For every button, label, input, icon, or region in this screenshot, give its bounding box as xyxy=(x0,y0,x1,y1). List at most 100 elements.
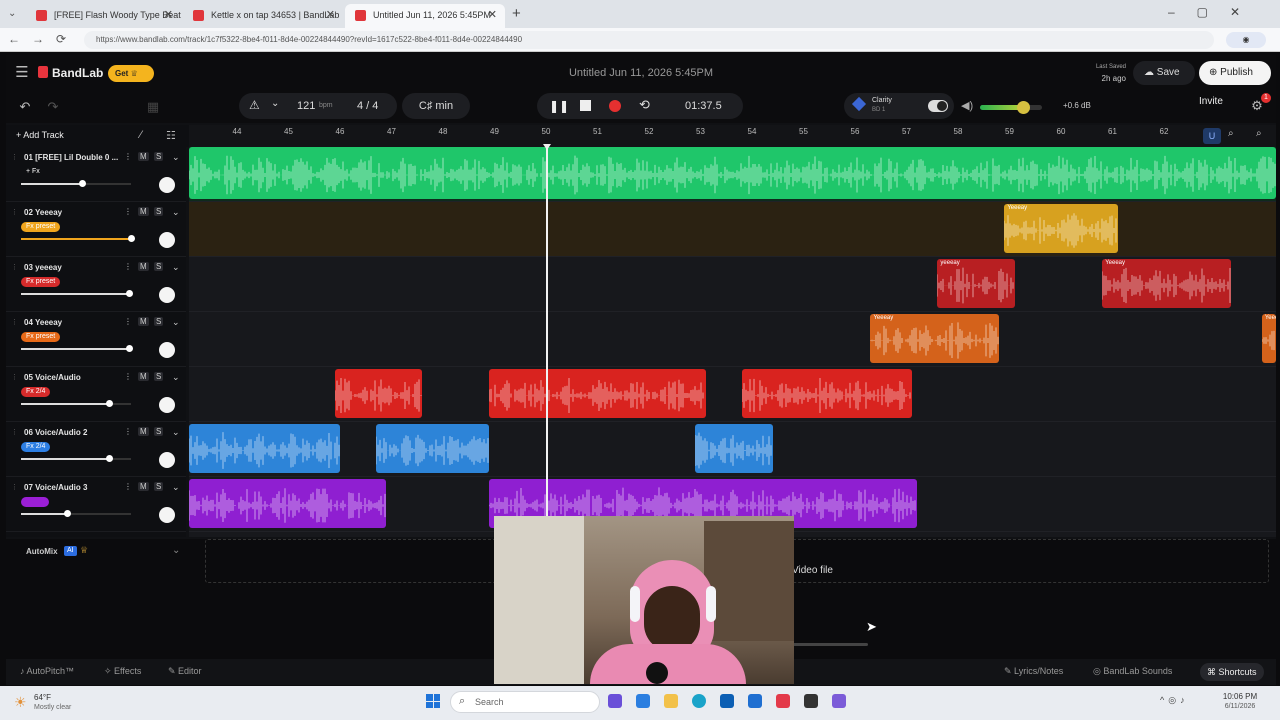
horizontal-scrollbar[interactable] xyxy=(792,643,868,646)
track-lane[interactable] xyxy=(189,147,1276,202)
track-volume-slider[interactable] xyxy=(21,400,131,407)
track-lane[interactable]: yeeeay Yeeeay xyxy=(189,257,1276,312)
close-tab-icon[interactable]: ✕ xyxy=(164,4,173,26)
chevron-down-icon[interactable]: ⌄ xyxy=(172,427,180,438)
mute-button[interactable]: M xyxy=(138,152,149,161)
weather-icon[interactable]: ☀ xyxy=(14,694,27,711)
pan-knob[interactable] xyxy=(159,342,175,358)
pan-knob[interactable] xyxy=(159,232,175,248)
media-player-icon[interactable] xyxy=(776,694,790,708)
track-volume-slider[interactable] xyxy=(21,235,135,242)
save-button[interactable]: ☁ Save xyxy=(1133,61,1195,85)
track-name[interactable]: 02 Yeeeay xyxy=(24,208,62,217)
shortcuts-button[interactable]: ⌘ Shortcuts xyxy=(1200,663,1264,681)
discord-icon[interactable] xyxy=(832,694,846,708)
pan-knob[interactable] xyxy=(159,287,175,303)
url-input[interactable]: https://www.bandlab.com/track/1c7f5322-8… xyxy=(84,31,1214,49)
track-fx-tag[interactable]: Fx preset xyxy=(21,332,61,342)
track-header[interactable]: ⋮ 03 yeeeay ⋮ M S ⌄ Fx preset xyxy=(6,257,186,312)
capcut-icon[interactable] xyxy=(804,694,818,708)
track-header[interactable]: ⋮ 06 Voice/Audio 2 ⋮ M S ⌄ Fx 2/4 xyxy=(6,422,186,477)
browser-tab[interactable]: [FREE] Flash Woody Type Beat - " ✕ xyxy=(26,4,181,28)
solo-button[interactable]: S xyxy=(154,262,164,271)
track-header[interactable]: ⋮ 02 Yeeeay ⋮ M S ⌄ Fx preset xyxy=(6,202,186,257)
pan-knob[interactable] xyxy=(159,397,175,413)
drag-handle-icon[interactable]: ⋮ xyxy=(11,483,18,491)
chevron-down-icon[interactable]: ⌄ xyxy=(172,152,180,163)
tab-list-icon[interactable]: ⌄ xyxy=(8,8,20,20)
track-fx-tag[interactable]: Fx 2/4 xyxy=(21,442,51,452)
audio-clip[interactable] xyxy=(741,369,912,418)
drag-handle-icon[interactable]: ⋮ xyxy=(11,428,18,436)
chevron-down-icon[interactable]: ⌄ xyxy=(172,317,180,328)
solo-button[interactable]: S xyxy=(154,372,164,381)
track-name[interactable]: 05 Voice/Audio xyxy=(24,373,81,382)
track-options-icon[interactable]: ⋮ xyxy=(124,427,132,436)
effects-button[interactable]: ✧ Effects xyxy=(104,666,141,677)
drag-handle-icon[interactable]: ⋮ xyxy=(11,153,18,161)
arrangement-lanes[interactable]: Yeeeay yeeeay Yeeeay Yeeeay Yeeeay xyxy=(189,147,1276,537)
outlook-icon[interactable] xyxy=(720,694,734,708)
playhead[interactable] xyxy=(546,147,548,577)
mute-button[interactable]: M xyxy=(138,427,149,436)
speaker-icon[interactable]: ◀) xyxy=(961,99,973,112)
new-tab-icon[interactable]: + xyxy=(512,5,521,22)
track-color-tag[interactable] xyxy=(21,497,49,507)
track-volume-slider[interactable] xyxy=(21,180,131,187)
add-track-button[interactable]: + Add Track xyxy=(16,130,64,140)
track-volume-slider[interactable] xyxy=(21,455,131,462)
clarity-toggle[interactable] xyxy=(928,100,948,112)
snap-icon[interactable]: U xyxy=(1203,128,1221,144)
store-app-icon[interactable] xyxy=(636,694,650,708)
track-options-icon[interactable]: ⋮ xyxy=(124,317,132,326)
track-options-icon[interactable]: ⋮ xyxy=(124,262,132,271)
audio-clip[interactable]: Yeeeay xyxy=(1261,314,1276,363)
zoom-out-icon[interactable]: ⌕ xyxy=(1228,128,1234,139)
chevron-down-icon[interactable]: ⌄ xyxy=(172,372,180,383)
audio-clip[interactable] xyxy=(334,369,423,418)
chevron-down-icon[interactable]: ⌄ xyxy=(172,545,180,556)
track-options-icon[interactable]: ⋮ xyxy=(124,482,132,491)
nav-buttons[interactable]: ←→⟳ xyxy=(8,32,78,46)
pause-icon[interactable]: ❚❚ xyxy=(549,99,569,113)
invite-button[interactable]: Invite xyxy=(1199,96,1223,107)
tempo-value[interactable]: 121 xyxy=(297,100,315,112)
mute-button[interactable]: M xyxy=(138,262,149,271)
autopitch-button[interactable]: ♪ AutoPitch™ xyxy=(20,666,74,676)
drag-handle-icon[interactable]: ⋮ xyxy=(11,373,18,381)
mixer-icon[interactable]: ▦ xyxy=(144,98,162,116)
mute-button[interactable]: M xyxy=(138,317,149,326)
taskbar-search[interactable]: ⌕ Search xyxy=(450,691,600,713)
track-fx-tag[interactable]: Fx preset xyxy=(21,222,61,232)
mute-button[interactable]: M xyxy=(138,482,149,491)
chevron-down-icon[interactable]: ⌄ xyxy=(172,207,180,218)
solo-button[interactable]: S xyxy=(154,482,164,491)
track-fx-tag[interactable]: Fx 2/4 xyxy=(21,387,51,397)
track-volume-slider[interactable] xyxy=(21,345,133,352)
solo-button[interactable]: S xyxy=(154,207,164,216)
file-explorer-icon[interactable] xyxy=(664,694,678,708)
solo-button[interactable]: S xyxy=(154,152,164,161)
drag-handle-icon[interactable]: ⋮ xyxy=(11,318,18,326)
timeline-ruler[interactable]: 44 45 46 47 48 49 50 51 52 53 54 55 56 57 58 59 60 61 62 xyxy=(189,125,1276,147)
chevron-down-icon[interactable]: ⌄ xyxy=(172,482,180,493)
track-header[interactable]: ⋮ 05 Voice/Audio ⋮ M S ⌄ Fx 2/4 xyxy=(6,367,186,422)
chevron-down-icon[interactable]: ⌄ xyxy=(271,98,279,109)
track-header[interactable]: ⋮ 04 Yeeeay ⋮ M S ⌄ Fx preset xyxy=(6,312,186,367)
track-volume-slider[interactable] xyxy=(21,510,131,517)
track-options-icon[interactable]: ⋮ xyxy=(124,372,132,381)
start-icon[interactable] xyxy=(426,694,440,708)
loop-icon[interactable]: ⟲ xyxy=(639,97,650,113)
track-lane[interactable]: Yeeeay xyxy=(189,202,1276,257)
track-header[interactable]: ⋮ 07 Voice/Audio 3 ⋮ M S ⌄ xyxy=(6,477,186,532)
copilot-icon[interactable]: ◉ xyxy=(1226,32,1266,48)
metronome-icon[interactable]: ⚠ xyxy=(249,98,260,112)
track-lane[interactable]: Yeeeay Yeeeay xyxy=(189,312,1276,367)
drag-handle-icon[interactable]: ⋮ xyxy=(11,208,18,216)
editor-button[interactable]: ✎ Editor xyxy=(168,666,202,677)
pan-knob[interactable] xyxy=(159,452,175,468)
track-name[interactable]: 06 Voice/Audio 2 xyxy=(24,428,87,437)
bandlab-sounds-button[interactable]: ◎ BandLab Sounds xyxy=(1093,666,1172,677)
drag-handle-icon[interactable]: ⋮ xyxy=(11,263,18,271)
track-name[interactable]: 07 Voice/Audio 3 xyxy=(24,483,87,492)
